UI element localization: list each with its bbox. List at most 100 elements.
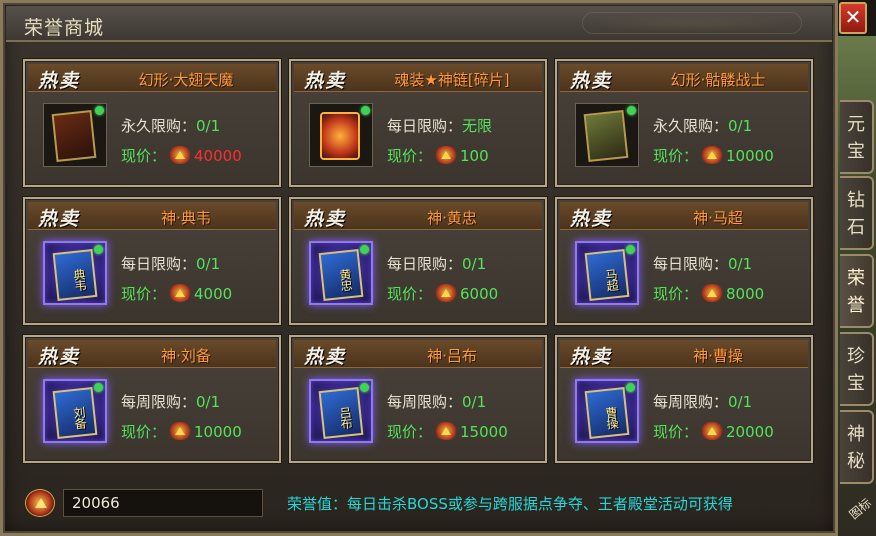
item-icon[interactable]: 黄忠 (309, 241, 373, 305)
item-name: 魂装★神链[碎片] (394, 71, 510, 89)
quality-gem-icon (626, 383, 635, 392)
item-art-icon: 吕布 (318, 387, 364, 439)
price-value: 20000 (726, 423, 774, 441)
card-header: 热卖 幻形·骷髅战士 (560, 64, 808, 92)
side-tab[interactable]: 钻石 (840, 176, 874, 250)
honor-source-note: 荣誉值：每日击杀BOSS或参与跨服据点争夺、王者殿堂活动可获得 (287, 495, 733, 513)
quality-gem-icon (627, 106, 636, 115)
hot-sale-tag: 热卖 (38, 346, 81, 368)
shop-item-card[interactable]: 热卖 神·吕布 吕布 每周限购：0/1 现价： 15000 (289, 335, 547, 463)
quality-gem-icon (626, 245, 635, 254)
honor-currency-icon (168, 422, 193, 440)
card-header: 热卖 神·刘备 (28, 340, 276, 368)
shop-item-card[interactable]: 热卖 神·曹操曹操 每周限购：0/1 现价： 20000 (555, 335, 813, 463)
side-tab-label: 荣誉 (847, 268, 865, 316)
purchase-limit: 每日限购：0/1 (387, 253, 486, 274)
hot-sale-tag: 热卖 (570, 346, 613, 368)
price-label: 现价： (121, 423, 167, 441)
item-name: 神·典韦 (161, 209, 211, 227)
purchase-limit: 每周限购：0/1 (121, 391, 220, 412)
item-art-text: 典韦 (71, 267, 88, 292)
title-ornament (582, 12, 802, 34)
item-art-text: 马超 (603, 267, 620, 292)
limit-type: 每日限购： (387, 255, 463, 273)
item-art-text: 曹操 (603, 405, 620, 430)
item-name: 神·马超 (693, 209, 743, 227)
shop-item-card[interactable]: 热卖 神·马超 马超 每日限购：0/1 现价： 8000 (555, 197, 813, 325)
price-label: 现价： (387, 285, 433, 303)
honor-balance: 20066 (63, 489, 263, 517)
item-name: 幻形·大翅天魔 (138, 71, 234, 89)
item-art-icon (51, 110, 97, 162)
limit-value: 无限 (462, 117, 493, 135)
close-button[interactable]: ✕ (839, 2, 867, 34)
limit-value: 0/1 (462, 393, 487, 411)
shop-item-card[interactable]: 热卖 神·典韦 典韦 每日限购：0/1 现价： 4000 (23, 197, 281, 325)
item-art-text: 刘备 (71, 405, 88, 430)
current-price: 现价： 10000 (121, 421, 242, 442)
limit-value: 0/1 (728, 117, 753, 135)
item-icon[interactable] (43, 103, 107, 167)
shop-item-card[interactable]: 热卖 魂装★神链[碎片] 每日限购：无限 现价： 100 (289, 59, 547, 187)
title-bar[interactable]: 荣誉商城 (6, 6, 832, 42)
side-tab-label: 神秘 (847, 424, 865, 472)
card-header: 热卖 神·曹操 (560, 340, 808, 368)
card-header: 热卖 幻形·大翅天魔 (28, 64, 276, 92)
side-tab[interactable]: 元宝 (840, 100, 874, 174)
shop-item-card[interactable]: 热卖 神·黄忠 黄忠 每日限购：0/1 现价： 6000 (289, 197, 547, 325)
shop-item-card[interactable]: 热卖 幻形·大翅天魔 永久限购：0/1 现价： 40000 (23, 59, 281, 187)
item-icon[interactable]: 马超 (575, 241, 639, 305)
item-name: 神·刘备 (161, 347, 211, 365)
card-header: 热卖 魂装★神链[碎片] (294, 64, 542, 92)
item-icon[interactable]: 典韦 (43, 241, 107, 305)
honor-currency-icon (168, 146, 193, 164)
card-header: 热卖 神·黄忠 (294, 202, 542, 230)
honor-currency-icon (700, 146, 725, 164)
item-art-icon: 典韦 (52, 249, 98, 301)
honor-currency-icon (700, 284, 725, 302)
item-art-text: 黄忠 (337, 267, 354, 292)
price-value: 40000 (194, 147, 242, 165)
current-price: 现价： 4000 (121, 283, 232, 304)
item-icon[interactable]: 刘备 (43, 379, 107, 443)
purchase-limit: 永久限购：0/1 (121, 115, 220, 136)
hot-sale-tag: 热卖 (38, 70, 81, 92)
purchase-limit: 每日限购：0/1 (653, 253, 752, 274)
honor-currency-icon (434, 284, 459, 302)
limit-value: 0/1 (462, 255, 487, 273)
price-value: 8000 (726, 285, 765, 303)
item-art-icon: 黄忠 (318, 249, 364, 301)
price-label: 现价： (387, 147, 433, 165)
limit-type: 每周限购： (653, 393, 729, 411)
limit-value: 0/1 (728, 393, 753, 411)
purchase-limit: 每日限购：0/1 (121, 253, 220, 274)
item-icon[interactable]: 曹操 (575, 379, 639, 443)
item-name: 神·吕布 (427, 347, 477, 365)
honor-currency-icon (700, 422, 725, 440)
window-title: 荣誉商城 (24, 17, 105, 39)
current-price: 现价： 8000 (653, 283, 764, 304)
side-tab[interactable]: 神秘 (840, 410, 874, 484)
limit-type: 永久限购： (653, 117, 729, 135)
side-tab-label: 钻石 (847, 190, 865, 238)
shop-item-card[interactable]: 热卖 神·刘备刘备 每周限购：0/1 现价： 10000 (23, 335, 281, 463)
price-value: 10000 (726, 147, 774, 165)
limit-value: 0/1 (728, 255, 753, 273)
side-tab[interactable]: 荣誉 (840, 254, 874, 328)
side-tab[interactable]: 珍宝 (840, 332, 874, 406)
item-icon[interactable] (309, 103, 373, 167)
card-header: 热卖 神·吕布 (294, 340, 542, 368)
item-icon[interactable]: 吕布 (309, 379, 373, 443)
shop-item-card[interactable]: 热卖 幻形·骷髅战士 永久限购：0/1 现价： 10000 (555, 59, 813, 187)
quality-gem-icon (360, 245, 369, 254)
item-icon[interactable] (575, 103, 639, 167)
quality-gem-icon (94, 383, 103, 392)
honor-shop-window: 荣誉商城 热卖 幻形·大翅天魔 永久限购：0/1 现价： 40000 热卖 魂装★神链[碎片… (0, 0, 838, 536)
price-value: 4000 (194, 285, 233, 303)
category-tabs: 元宝钻石荣誉珍宝神秘 (838, 40, 876, 536)
current-price: 现价： 100 (387, 145, 489, 166)
quality-gem-icon (95, 106, 104, 115)
price-label: 现价： (653, 423, 699, 441)
item-art-icon (583, 110, 629, 162)
side-tab-label: 珍宝 (847, 346, 865, 394)
